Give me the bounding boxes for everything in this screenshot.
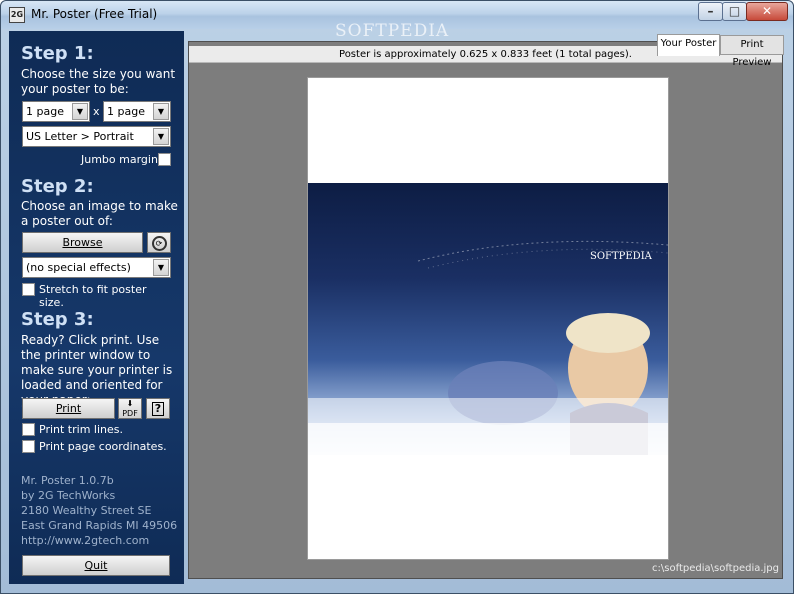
paper-size-value: US Letter > Portrait [26, 130, 134, 143]
minimize-button[interactable]: – [698, 2, 723, 21]
stretch-label: Stretch to fit poster size. [39, 283, 147, 309]
stretch-row[interactable]: Stretch to fit poster size. [22, 283, 172, 309]
app-window: 2G Mr. Poster (Free Trial) SOFTPEDIA – □… [0, 0, 794, 594]
help-button[interactable]: ? [146, 398, 170, 419]
step3-title: Step 3: [21, 309, 94, 330]
about-company: by 2G TechWorks [21, 489, 116, 502]
stretch-checkbox[interactable] [22, 283, 35, 296]
sidebar: Step 1: Choose the size you want your po… [9, 31, 184, 584]
jumbo-margins-checkbox[interactable] [158, 153, 171, 166]
poster-page: SOFTPEDIA [307, 77, 669, 560]
paper-size-select[interactable]: US Letter > Portrait ▼ [22, 126, 171, 147]
minimize-icon: – [707, 4, 714, 18]
chevron-down-icon[interactable]: ▼ [153, 259, 169, 276]
title-bar[interactable]: 2G Mr. Poster (Free Trial) SOFTPEDIA – □… [1, 1, 793, 41]
poster-image: SOFTPEDIA [308, 183, 668, 455]
poster-width-value: 1 page [26, 105, 64, 118]
close-button[interactable]: ✕ [746, 2, 788, 21]
app-icon[interactable]: 2G [9, 7, 25, 23]
times-label: x [93, 105, 100, 118]
trim-lines-checkbox[interactable] [22, 423, 35, 436]
poster-width-select[interactable]: 1 page ▼ [22, 101, 90, 122]
step1-title: Step 1: [21, 43, 94, 64]
pdf-icon: ⬇ [126, 399, 134, 408]
step2-text: Choose an image to make a poster out of: [21, 199, 178, 228]
chevron-down-icon[interactable]: ▼ [153, 128, 169, 145]
poster-logo-text: SOFTPEDIA [590, 251, 653, 262]
pdf-label: PDF [122, 409, 138, 418]
pdf-button[interactable]: ⬇ PDF [118, 398, 142, 419]
chevron-down-icon[interactable]: ▼ [72, 103, 88, 120]
poster-height-value: 1 page [107, 105, 145, 118]
step3-text: Ready? Click print. Use the printer wind… [21, 333, 173, 407]
print-label: Print [55, 402, 82, 415]
about-info: Mr. Poster 1.0.7b by 2G TechWorks 2180 W… [21, 473, 177, 548]
step2-title: Step 2: [21, 176, 94, 197]
about-city: East Grand Rapids MI 49506 [21, 519, 178, 532]
rotate-button[interactable]: ⟳ [147, 232, 171, 253]
effects-select[interactable]: (no special effects) ▼ [22, 257, 171, 278]
jumbo-margins-label: Jumbo margins [81, 153, 164, 166]
print-button[interactable]: Print [22, 398, 115, 419]
softpedia-watermark: SOFTPEDIA [335, 21, 450, 41]
help-icon: ? [152, 402, 164, 416]
trim-lines-row[interactable]: Print trim lines. [22, 423, 172, 437]
tab-print-preview[interactable]: Print Preview [720, 35, 784, 68]
quit-button[interactable]: Quit [22, 555, 170, 576]
browse-label: Browse [62, 236, 103, 249]
about-street: 2180 Wealthy Street SE [21, 504, 152, 517]
quit-label: Quit [84, 559, 108, 572]
effects-value: (no special effects) [26, 261, 131, 274]
maximize-icon: □ [728, 4, 741, 18]
tab-your-poster[interactable]: Your Poster [657, 34, 720, 56]
close-icon: ✕ [761, 4, 773, 18]
rotate-icon: ⟳ [151, 236, 167, 251]
poster-artwork: SOFTPEDIA [308, 240, 668, 455]
jumbo-margins-row[interactable]: Jumbo margins [81, 153, 173, 167]
page-coords-row[interactable]: Print page coordinates. [22, 440, 172, 454]
image-file-path: c:\softpedia\softpedia.jpg [652, 563, 779, 574]
page-coords-label: Print page coordinates. [39, 440, 167, 453]
browse-button[interactable]: Browse [22, 232, 143, 253]
chevron-down-icon[interactable]: ▼ [153, 103, 169, 120]
page-coords-checkbox[interactable] [22, 440, 35, 453]
window-title: Mr. Poster (Free Trial) [31, 7, 158, 21]
about-url: http://www.2gtech.com [21, 534, 150, 547]
poster-height-select[interactable]: 1 page ▼ [103, 101, 171, 122]
trim-lines-label: Print trim lines. [39, 423, 123, 436]
about-version: Mr. Poster 1.0.7b [21, 474, 114, 487]
step1-text: Choose the size you want your poster to … [21, 67, 176, 96]
maximize-button[interactable]: □ [722, 2, 747, 21]
